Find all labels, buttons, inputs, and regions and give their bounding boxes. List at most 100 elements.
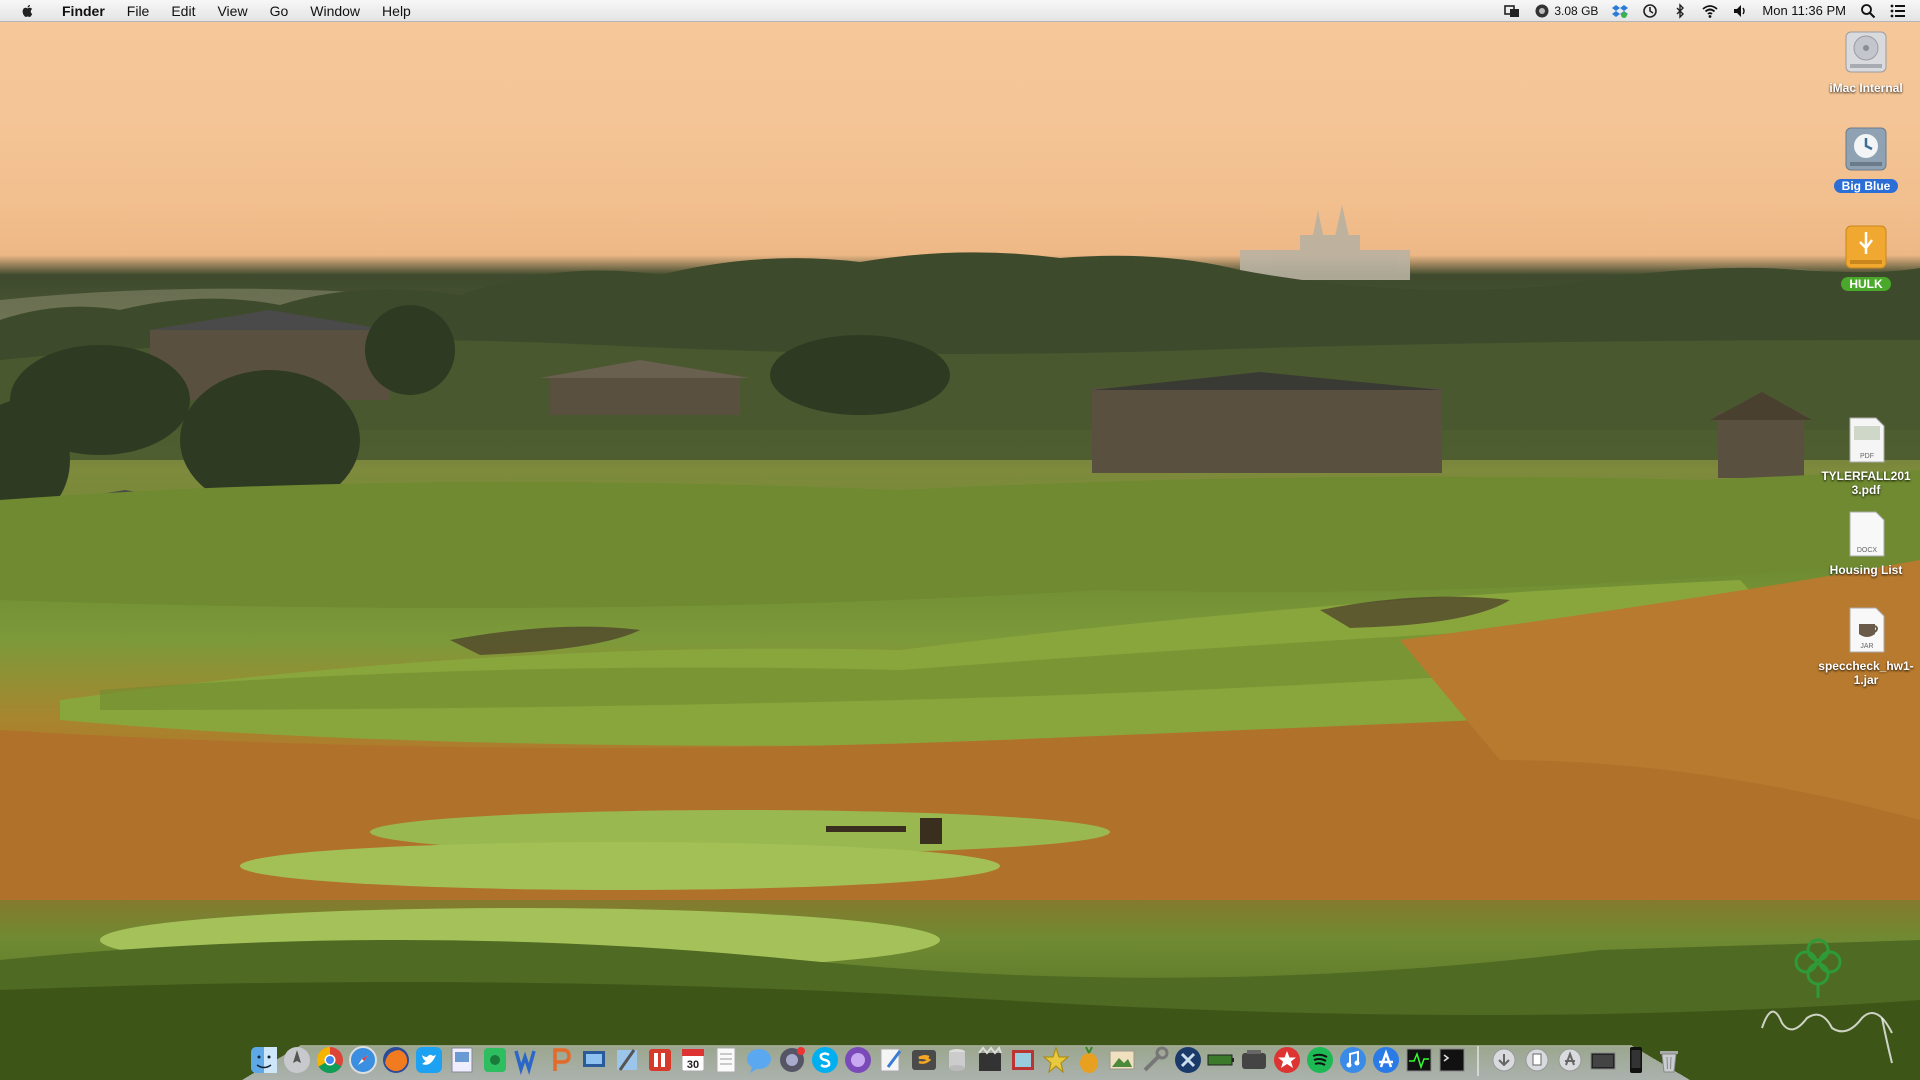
jar-badge: JAR xyxy=(1860,643,1873,650)
dock-item-finder[interactable] xyxy=(248,1044,280,1076)
menu-edit[interactable]: Edit xyxy=(160,0,206,22)
volume-icon[interactable] xyxy=(1732,3,1748,19)
dock-item-skype[interactable] xyxy=(809,1044,841,1076)
twitter-icon xyxy=(416,1047,442,1073)
display-mirroring-icon[interactable] xyxy=(1504,3,1520,19)
apple-menu-icon[interactable] xyxy=(18,3,38,19)
dock-item-terminal[interactable] xyxy=(1436,1044,1468,1076)
menu-view[interactable]: View xyxy=(206,0,258,22)
menu-window[interactable]: Window xyxy=(299,0,371,22)
evernote-icon xyxy=(484,1048,506,1072)
dock-item-powerpoint[interactable] xyxy=(545,1044,577,1076)
menu-help[interactable]: Help xyxy=(371,0,422,22)
dock-item-calendar[interactable]: 30 xyxy=(677,1044,709,1076)
desktop-icon-big-blue[interactable]: Big Blue xyxy=(1818,124,1914,193)
dock-item-finalcut[interactable] xyxy=(974,1044,1006,1076)
terminal-tools-icon xyxy=(1242,1050,1266,1069)
dock-item-mac-x[interactable] xyxy=(1172,1044,1204,1076)
finalcut-icon xyxy=(978,1046,1002,1071)
desktop-icon-tylerfall-pdf[interactable]: PDF TYLERFALL2013.pdf xyxy=(1818,414,1914,497)
dock-item-sublime[interactable] xyxy=(908,1044,940,1076)
jar-file-icon: JAR xyxy=(1849,607,1885,653)
desktop-wallpaper xyxy=(0,0,1920,1080)
dock-item-fruit[interactable] xyxy=(1073,1044,1105,1076)
dock-item-messages[interactable] xyxy=(743,1044,775,1076)
wifi-icon[interactable] xyxy=(1702,3,1718,19)
spotlight-search-icon[interactable] xyxy=(1860,3,1876,19)
activity-monitor-icon xyxy=(1406,1048,1432,1072)
dock-item-network[interactable] xyxy=(578,1044,610,1076)
menu-file[interactable]: File xyxy=(116,0,161,22)
network-icon xyxy=(583,1051,605,1067)
time-machine-icon[interactable] xyxy=(1642,3,1658,19)
desktop-icon-imac-internal[interactable]: iMac Internal xyxy=(1818,26,1914,95)
bluetooth-icon[interactable] xyxy=(1672,3,1688,19)
dock-item-firefox[interactable] xyxy=(380,1044,412,1076)
dock-item-siri[interactable] xyxy=(842,1044,874,1076)
desktop-icon-hulk[interactable]: HULK xyxy=(1818,222,1914,291)
dock-item-photobooth[interactable] xyxy=(1007,1044,1039,1076)
dock-item-battery[interactable] xyxy=(1205,1044,1237,1076)
dock-item-iphone[interactable] xyxy=(1620,1044,1652,1076)
dock-item-notes[interactable] xyxy=(710,1044,742,1076)
dock-stack-applications[interactable] xyxy=(1554,1044,1586,1076)
desktop-icon-housing-list[interactable]: DOCX Housing List xyxy=(1818,508,1914,577)
calendar-day: 30 xyxy=(687,1059,699,1071)
trash-icon xyxy=(1660,1051,1678,1073)
dock-item-activity-monitor[interactable] xyxy=(1403,1044,1435,1076)
spotify-icon xyxy=(1307,1047,1333,1073)
app-menu-finder[interactable]: Finder xyxy=(54,0,116,22)
pdf-file-icon: PDF xyxy=(1849,417,1885,463)
messages-icon xyxy=(747,1049,771,1073)
dock-item-database[interactable] xyxy=(941,1044,973,1076)
memory-monitor[interactable]: 3.08 GB xyxy=(1534,3,1598,19)
dock-stack-downloads[interactable] xyxy=(1488,1044,1520,1076)
dock-item-appstore[interactable] xyxy=(1370,1044,1402,1076)
menu-go[interactable]: Go xyxy=(259,0,300,22)
dock-item-xcode[interactable] xyxy=(611,1044,643,1076)
dropbox-icon[interactable] xyxy=(1612,3,1629,19)
notification-center-icon[interactable] xyxy=(1890,3,1906,19)
desktop-icon-label: iMac Internal xyxy=(1829,81,1903,95)
dock-item-iphoto[interactable] xyxy=(1106,1044,1138,1076)
dock-item-safari[interactable] xyxy=(347,1044,379,1076)
dock-item-itunes[interactable] xyxy=(1337,1044,1369,1076)
memory-gauge-icon xyxy=(1535,4,1549,18)
usb-drive-icon xyxy=(1845,225,1887,269)
wallpaper-signature-watermark xyxy=(1761,938,1893,1064)
dock-item-pages[interactable] xyxy=(875,1044,907,1076)
dock-item-chrome[interactable] xyxy=(314,1044,346,1076)
documents-stack-icon xyxy=(1525,1048,1549,1072)
desktop-icon-speccheck-jar[interactable]: JAR speccheck_hw1-1.jar xyxy=(1818,604,1914,687)
dock-item-evernote[interactable] xyxy=(479,1044,511,1076)
chrome-icon xyxy=(316,1046,343,1074)
safari-icon xyxy=(349,1046,377,1074)
dock-item-parallels[interactable] xyxy=(644,1044,676,1076)
dock-item-launchpad[interactable] xyxy=(281,1044,313,1076)
itunes-icon xyxy=(1340,1047,1366,1073)
dock-stack-documents[interactable] xyxy=(1521,1044,1553,1076)
parallels-icon xyxy=(649,1049,671,1071)
dock-item-star[interactable] xyxy=(1271,1044,1303,1076)
dock-item-facetime[interactable] xyxy=(776,1044,808,1076)
dock-item-spotify[interactable] xyxy=(1304,1044,1336,1076)
tools-icon xyxy=(1143,1046,1169,1072)
dock-item-imovie[interactable] xyxy=(1040,1044,1072,1076)
dock-item-terminal-tools[interactable] xyxy=(1238,1044,1270,1076)
dock-item-word[interactable] xyxy=(512,1044,544,1076)
dock-item-twitter[interactable] xyxy=(413,1044,445,1076)
docx-file-icon: DOCX xyxy=(1849,511,1885,557)
appstore-icon xyxy=(1373,1047,1399,1073)
battery-icon xyxy=(1207,1054,1234,1066)
facetime-icon xyxy=(780,1047,805,1072)
hard-drive-icon xyxy=(1845,31,1887,73)
dock-item-tools[interactable] xyxy=(1139,1044,1171,1076)
powerpoint-icon xyxy=(553,1048,571,1071)
dock-item-preview[interactable] xyxy=(446,1044,478,1076)
pdf-badge: PDF xyxy=(1860,453,1874,460)
memory-text: 3.08 GB xyxy=(1554,4,1599,18)
menubar-clock[interactable]: Mon 11:36 PM xyxy=(1762,0,1846,22)
dock-stack-desktop[interactable] xyxy=(1587,1044,1619,1076)
sublime-icon xyxy=(912,1050,936,1070)
dock-item-trash[interactable] xyxy=(1653,1044,1685,1076)
